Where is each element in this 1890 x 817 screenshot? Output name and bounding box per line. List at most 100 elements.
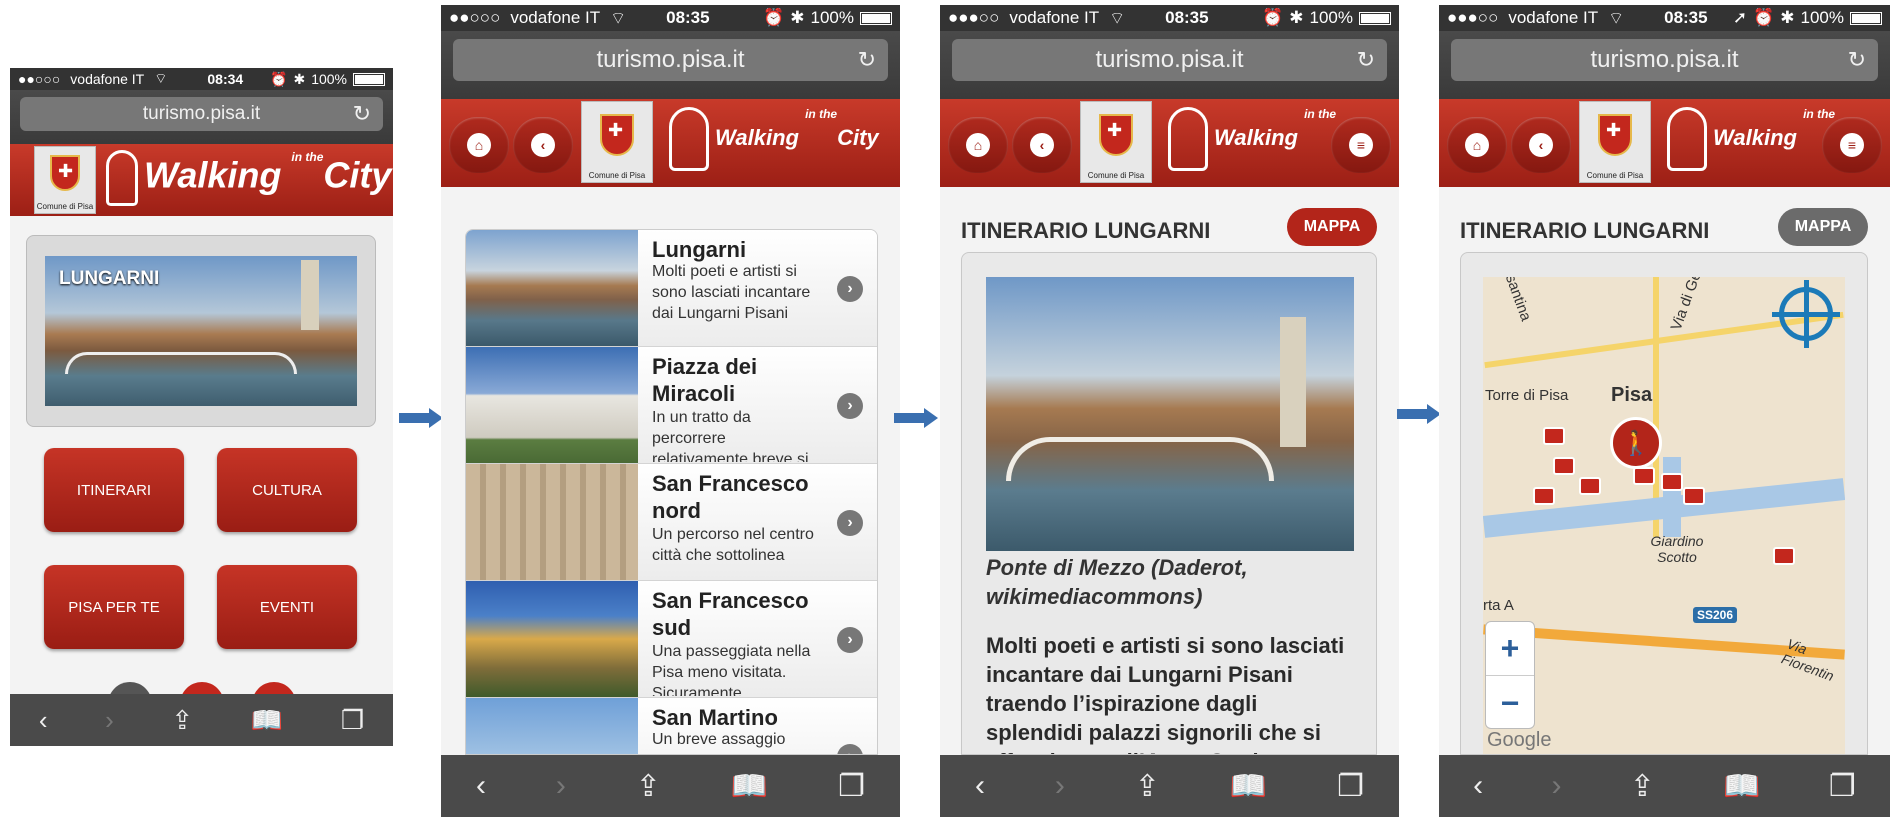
item-title: San Francesco sud	[652, 588, 809, 640]
home-button[interactable]: ⌂	[449, 117, 509, 173]
signal-indicator: ●●○○○	[18, 71, 61, 87]
flow-arrow-icon	[1397, 404, 1443, 424]
tabs-icon[interactable]: ❐	[1337, 769, 1364, 804]
logo-in-the: in the	[291, 150, 324, 164]
bookmarks-icon[interactable]: 📖	[251, 705, 283, 736]
item-description: Molti poeti e artisti si sono lasciati i…	[652, 263, 811, 322]
logo-walking: Walking	[1214, 124, 1298, 150]
back-icon[interactable]: ‹	[1473, 769, 1483, 803]
map-poi-icon[interactable]	[1633, 467, 1655, 485]
url-bar[interactable]: turismo.pisa.it ↻	[1451, 39, 1878, 81]
map-poi-icon[interactable]	[1533, 487, 1555, 505]
reload-icon[interactable]: ↻	[1848, 47, 1866, 73]
list-item[interactable]: San Francesco sud Una passeggiata nella …	[466, 581, 877, 698]
map-poi-icon[interactable]	[1543, 427, 1565, 445]
phone-itinerary-list: ●●○○○ vodafone IT ⌔ 08:35 ⏰ ✱ 100% turis…	[441, 5, 900, 817]
hero-card-lungarni[interactable]: LUNGARNI	[26, 235, 376, 427]
url-bar[interactable]: turismo.pisa.it ↻	[20, 97, 383, 131]
walking-in-the-city-logo: Walking in theCity	[669, 107, 879, 171]
wifi-icon: ⌔	[154, 70, 168, 86]
mappa-button[interactable]: MAPPA	[1778, 208, 1868, 246]
chevron-right-icon[interactable]: ›	[837, 276, 863, 302]
locate-crosshair-icon[interactable]	[1772, 280, 1840, 348]
map-view[interactable]: rasantina Via di Gel. Torre di Pisa Pisa…	[1483, 277, 1845, 754]
lungarni-thumbnail	[466, 230, 638, 346]
map-poi-icon[interactable]	[1579, 477, 1601, 495]
logo-in-the: in the	[805, 107, 838, 121]
chevron-right-icon[interactable]: ›	[837, 744, 863, 754]
back-arrow-icon: ‹	[1030, 133, 1054, 157]
menu-button[interactable]: ≡	[1331, 117, 1391, 173]
home-icon: ⌂	[966, 133, 990, 157]
home-button[interactable]: ⌂	[948, 117, 1008, 173]
forward-icon[interactable]: ›	[1055, 769, 1065, 803]
back-button[interactable]: ‹	[1012, 117, 1072, 173]
reload-icon[interactable]: ↻	[353, 101, 371, 127]
san-francesco-nord-thumbnail	[466, 464, 638, 580]
chevron-right-icon[interactable]: ›	[837, 393, 863, 419]
list-item[interactable]: Lungarni Molti poeti e artisti si sono l…	[466, 230, 877, 347]
logo-walking: Walking	[144, 154, 282, 196]
logo-in-the: in the	[1304, 107, 1337, 121]
battery-percent: 100%	[810, 8, 854, 27]
back-icon[interactable]: ‹	[975, 769, 985, 803]
back-icon[interactable]: ‹	[476, 769, 486, 803]
reload-icon[interactable]: ↻	[1357, 47, 1375, 73]
list-item[interactable]: San Francesco nord Un percorso nel centr…	[466, 464, 877, 581]
back-button[interactable]: ‹	[1511, 117, 1571, 173]
itinerari-button[interactable]: ITINERARI	[44, 448, 184, 532]
browser-url-area: turismo.pisa.it ↻	[441, 31, 900, 99]
menu-button[interactable]: ≡	[1822, 117, 1882, 173]
san-martino-thumbnail	[466, 698, 638, 754]
map-poi-icon[interactable]	[1661, 473, 1683, 491]
walker-logo-icon	[106, 150, 138, 206]
forward-icon[interactable]: ›	[556, 769, 566, 803]
reload-icon[interactable]: ↻	[858, 47, 876, 73]
eventi-button[interactable]: EVENTI	[217, 565, 357, 649]
walking-in-the-city-logo: Walking in theCity	[106, 150, 391, 206]
zoom-in-button[interactable]: +	[1486, 622, 1534, 676]
bookmarks-icon[interactable]: 📖	[1723, 769, 1760, 804]
share-icon[interactable]: ⇪	[1630, 769, 1655, 804]
share-icon[interactable]: ⇪	[171, 705, 193, 736]
bookmarks-icon[interactable]: 📖	[731, 769, 768, 804]
forward-icon[interactable]: ›	[105, 705, 114, 736]
chevron-right-icon[interactable]: ›	[837, 627, 863, 653]
pisa-per-te-button[interactable]: PISA PER TE	[44, 565, 184, 649]
status-bar: ●●●○○ vodafone IT ⌔ 08:35 ⏰ ✱ 100%	[940, 5, 1399, 31]
location-icon: ➚	[1732, 8, 1748, 27]
mappa-button[interactable]: MAPPA	[1287, 208, 1377, 246]
zoom-out-button[interactable]: −	[1486, 676, 1534, 730]
tabs-icon[interactable]: ❐	[1829, 769, 1856, 804]
forward-icon[interactable]: ›	[1551, 769, 1561, 803]
tabs-icon[interactable]: ❐	[838, 769, 865, 804]
tabs-icon[interactable]: ❐	[341, 705, 364, 736]
comune-crest-logo: Comune di Pisa	[581, 101, 653, 183]
san-francesco-sud-thumbnail	[466, 581, 638, 697]
chevron-right-icon[interactable]: ›	[837, 510, 863, 536]
item-description: Un percorso nel centro città che sottoli…	[652, 526, 814, 564]
list-item[interactable]: San Martino Un breve assaggio ›	[466, 698, 877, 754]
map-poi-icon[interactable]	[1553, 457, 1575, 475]
map-label-via-del-gel: Via di Gel.	[1667, 277, 1708, 333]
back-icon[interactable]: ‹	[39, 705, 48, 736]
back-button[interactable]: ‹	[513, 117, 573, 173]
cultura-button[interactable]: CULTURA	[217, 448, 357, 532]
ponte-di-mezzo-photo	[986, 277, 1354, 551]
home-button[interactable]: ⌂	[1447, 117, 1507, 173]
share-icon[interactable]: ⇪	[1135, 769, 1160, 804]
share-icon[interactable]: ⇪	[636, 769, 661, 804]
url-bar[interactable]: turismo.pisa.it ↻	[952, 39, 1387, 81]
bookmarks-icon[interactable]: 📖	[1230, 769, 1267, 804]
item-title: San Martino	[652, 705, 778, 730]
lungarni-photo: LUNGARNI	[45, 256, 357, 406]
list-item[interactable]: Piazza dei Miracoli In un tratto da perc…	[466, 347, 877, 464]
url-bar[interactable]: turismo.pisa.it ↻	[453, 39, 888, 81]
walker-location-pin-icon[interactable]: 🚶	[1610, 417, 1662, 469]
battery-icon	[860, 11, 892, 25]
map-poi-icon[interactable]	[1773, 547, 1795, 565]
map-poi-icon[interactable]	[1683, 487, 1705, 505]
item-description: In un tratto da percorrere relativamente…	[652, 409, 809, 462]
pisa-cross-icon	[50, 155, 80, 191]
phone-home-screen: ●●○○○ vodafone IT ⌔ 08:34 ⏰ ✱ 100% turis…	[10, 68, 393, 746]
